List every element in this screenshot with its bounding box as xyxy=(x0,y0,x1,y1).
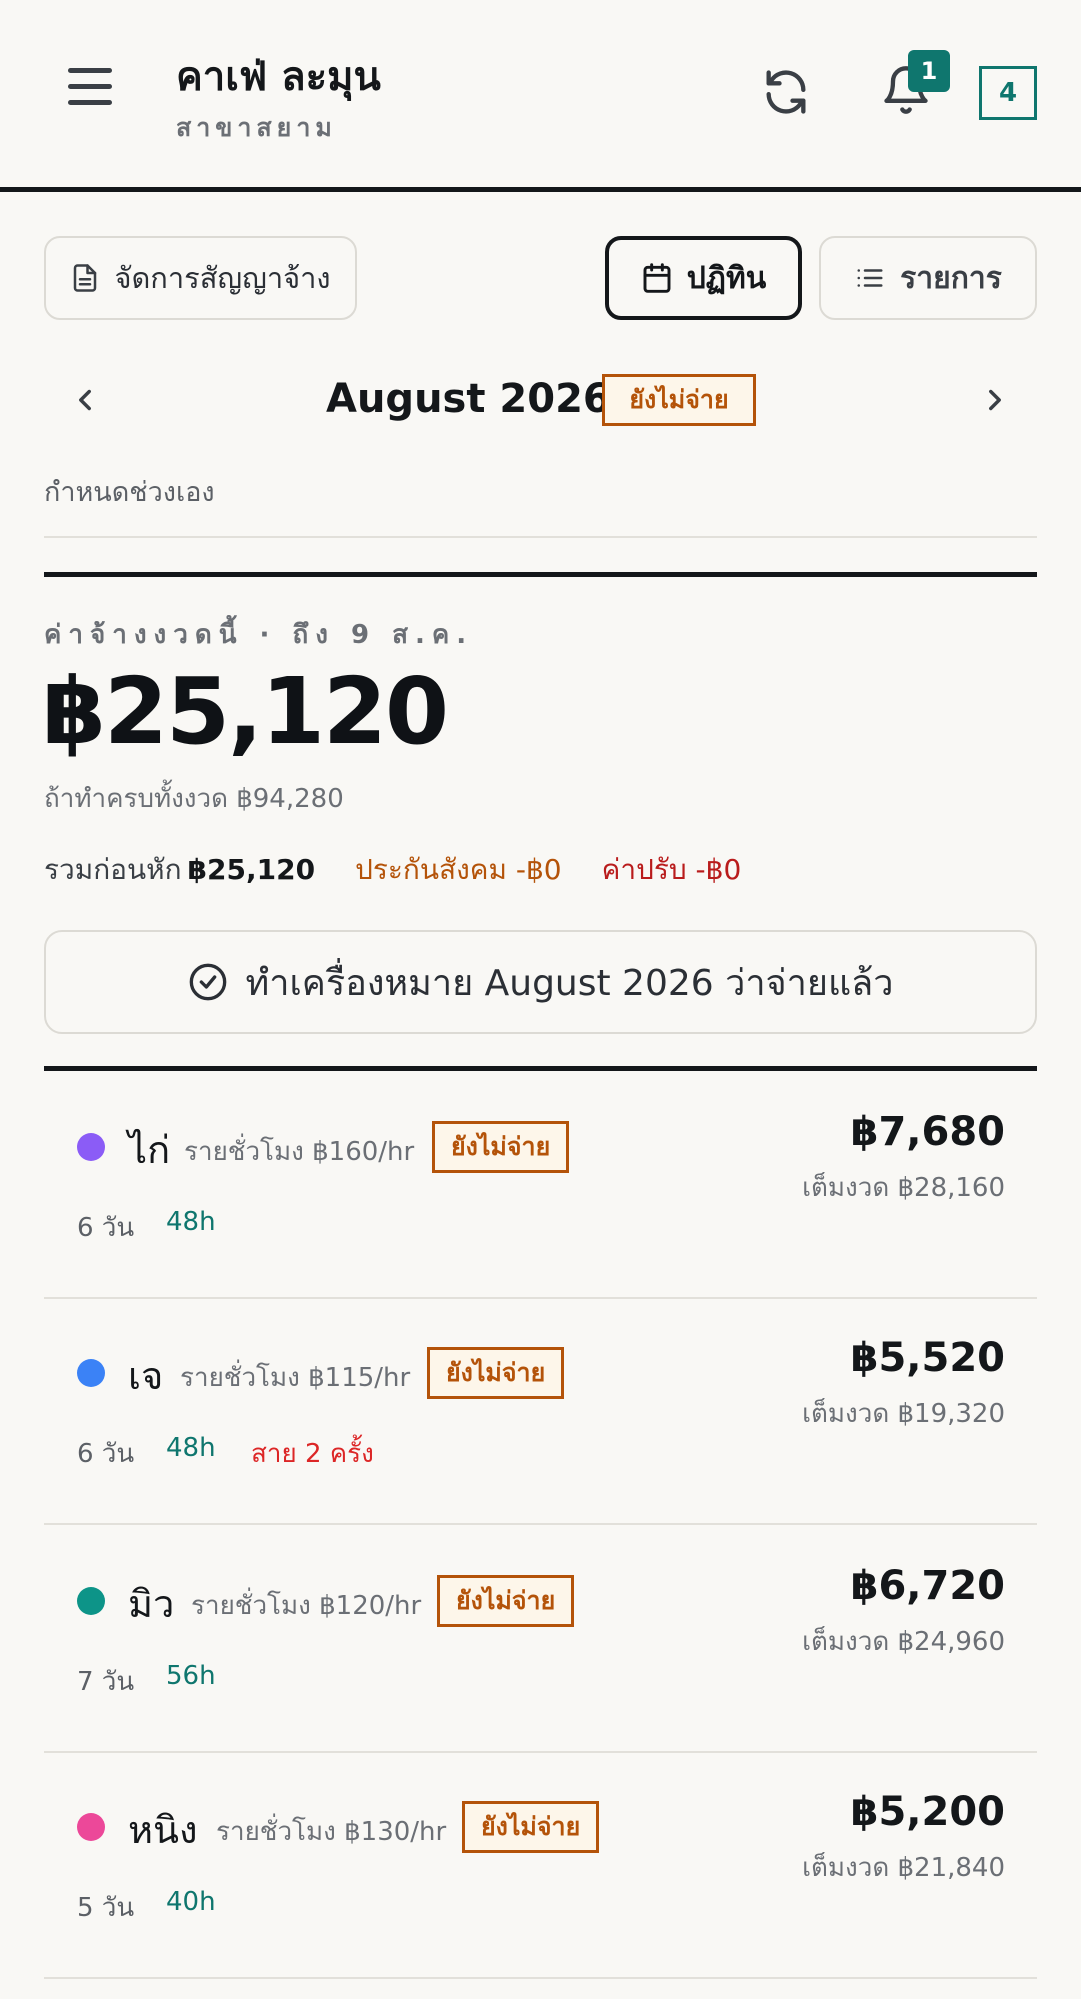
employee-full-period: เต็มงวด ฿21,840 xyxy=(802,1853,1005,1883)
employee-amount: ฿5,200 xyxy=(850,1789,1005,1835)
employee-row[interactable]: หนิง รายชั่วโมง ฿130/hr ยังไม่จ่าย ฿5,20… xyxy=(44,1753,1037,1979)
next-month-button[interactable] xyxy=(978,378,1012,422)
employee-name: หนิง xyxy=(128,1808,198,1852)
employee-hours: 56h xyxy=(166,1661,216,1691)
document-icon xyxy=(74,264,97,292)
employee-status-badge: ยังไม่จ่าย xyxy=(462,1801,600,1853)
employee-color-dot xyxy=(77,1359,105,1387)
penalty-deduction: ค่าปรับ -฿0 xyxy=(601,853,742,886)
employee-full-period: เต็มงวด ฿24,960 xyxy=(802,1627,1005,1657)
previous-month-button[interactable] xyxy=(68,378,102,422)
employee-full-period: เต็มงวด ฿19,320 xyxy=(802,1399,1005,1429)
menu-button[interactable] xyxy=(68,68,118,118)
employee-row[interactable]: มิว รายชั่วโมง ฿120/hr ยังไม่จ่าย ฿6,720… xyxy=(44,1527,1037,1753)
custom-range-link[interactable]: กำหนดช่วงเอง xyxy=(44,470,215,513)
list-icon xyxy=(857,269,883,287)
employee-rate: รายชั่วโมง ฿120/hr xyxy=(191,1591,422,1621)
employee-status-badge: ยังไม่จ่าย xyxy=(427,1347,565,1399)
chevron-left-icon xyxy=(79,389,91,411)
row-divider xyxy=(44,1977,1037,1979)
section-divider xyxy=(44,1066,1037,1071)
employee-hours: 40h xyxy=(166,1887,216,1917)
calendar-view-tab[interactable]: ปฏิทิน xyxy=(605,236,802,320)
manage-contracts-button[interactable]: จัดการสัญญาจ้าง xyxy=(44,236,357,320)
check-circle-icon xyxy=(189,963,226,1001)
list-view-label: รายการ xyxy=(900,260,1002,296)
employee-name: ไก่ xyxy=(128,1128,171,1172)
employee-name: มิว xyxy=(128,1582,175,1626)
chevron-right-icon xyxy=(989,389,1001,411)
refresh-icon xyxy=(766,70,806,114)
totals-row: รวมก่อนหัก ฿25,120 ประกันสังคม -฿0 ค่าปรับ … xyxy=(44,848,741,892)
employee-status-badge: ยังไม่จ่าย xyxy=(432,1121,570,1173)
employee-days: 6 วัน xyxy=(77,1439,135,1469)
social-security-deduction: ประกันสังคม -฿0 xyxy=(355,853,562,886)
mark-paid-button[interactable]: ทำเครื่องหมาย August 2026 ว่าจ่ายแล้ว xyxy=(44,930,1037,1034)
employee-rate: รายชั่วโมง ฿115/hr xyxy=(180,1363,411,1393)
employee-full-period: เต็มงวด ฿28,160 xyxy=(802,1173,1005,1203)
branch-name: สาขาสยาม xyxy=(176,113,337,142)
employee-hours: 48h xyxy=(166,1207,216,1237)
manage-contracts-label: จัดการสัญญาจ้าง xyxy=(114,261,331,295)
employee-color-dot xyxy=(77,1587,105,1615)
employee-amount: ฿6,720 xyxy=(850,1563,1005,1609)
row-divider xyxy=(44,1523,1037,1525)
employee-color-dot xyxy=(77,1133,105,1161)
employee-name: เจ xyxy=(128,1354,164,1398)
current-month-label: August 2026 xyxy=(326,376,611,422)
employee-days: 6 วัน xyxy=(77,1213,135,1243)
divider xyxy=(44,536,1037,538)
pending-count-box[interactable]: 4 xyxy=(979,66,1037,120)
employee-days: 7 วัน xyxy=(77,1667,135,1697)
calendar-icon xyxy=(643,263,671,293)
month-status-badge: ยังไม่จ่าย xyxy=(602,374,756,426)
mark-paid-label: ทำเครื่องหมาย August 2026 ว่าจ่ายแล้ว xyxy=(245,962,894,1004)
hamburger-icon xyxy=(68,68,112,73)
employee-row[interactable]: ไก่ รายชั่วโมง ฿160/hr ยังไม่จ่าย ฿7,680… xyxy=(44,1073,1037,1299)
app-header: คาเฟ่ ละมุน สาขาสยาม 1 4 xyxy=(0,0,1081,192)
employee-late-count: สาย 2 ครั้ง xyxy=(251,1439,374,1469)
employee-hours: 48h xyxy=(166,1433,216,1463)
employee-amount: ฿7,680 xyxy=(850,1109,1005,1155)
gross-value: ฿25,120 xyxy=(187,853,316,886)
employee-days: 5 วัน xyxy=(77,1893,135,1923)
employee-row[interactable]: เจ รายชั่วโมง ฿115/hr ยังไม่จ่าย ฿5,520 … xyxy=(44,1299,1037,1525)
employee-amount: ฿5,520 xyxy=(850,1335,1005,1381)
period-label: ค่าจ้างงวดนี้ · ถึง 9 ส.ค. xyxy=(44,620,474,650)
refresh-button[interactable] xyxy=(760,66,812,118)
section-divider xyxy=(44,572,1037,577)
shop-title: คาเฟ่ ละมุน xyxy=(176,54,381,100)
employee-rate: รายชั่วโมง ฿130/hr xyxy=(216,1817,447,1847)
employee-color-dot xyxy=(77,1813,105,1841)
employee-rate: รายชั่วโมง ฿160/hr xyxy=(184,1137,415,1167)
notification-badge: 1 xyxy=(908,50,950,92)
employee-status-badge: ยังไม่จ่าย xyxy=(437,1575,575,1627)
full-period-projection: ถ้าทำครบทั้งงวด ฿94,280 xyxy=(44,784,344,814)
gross-label: รวมก่อนหัก xyxy=(44,853,182,886)
calendar-view-label: ปฏิทิน xyxy=(686,260,767,296)
period-total-amount: ฿25,120 xyxy=(42,658,449,765)
list-view-tab[interactable]: รายการ xyxy=(819,236,1037,320)
